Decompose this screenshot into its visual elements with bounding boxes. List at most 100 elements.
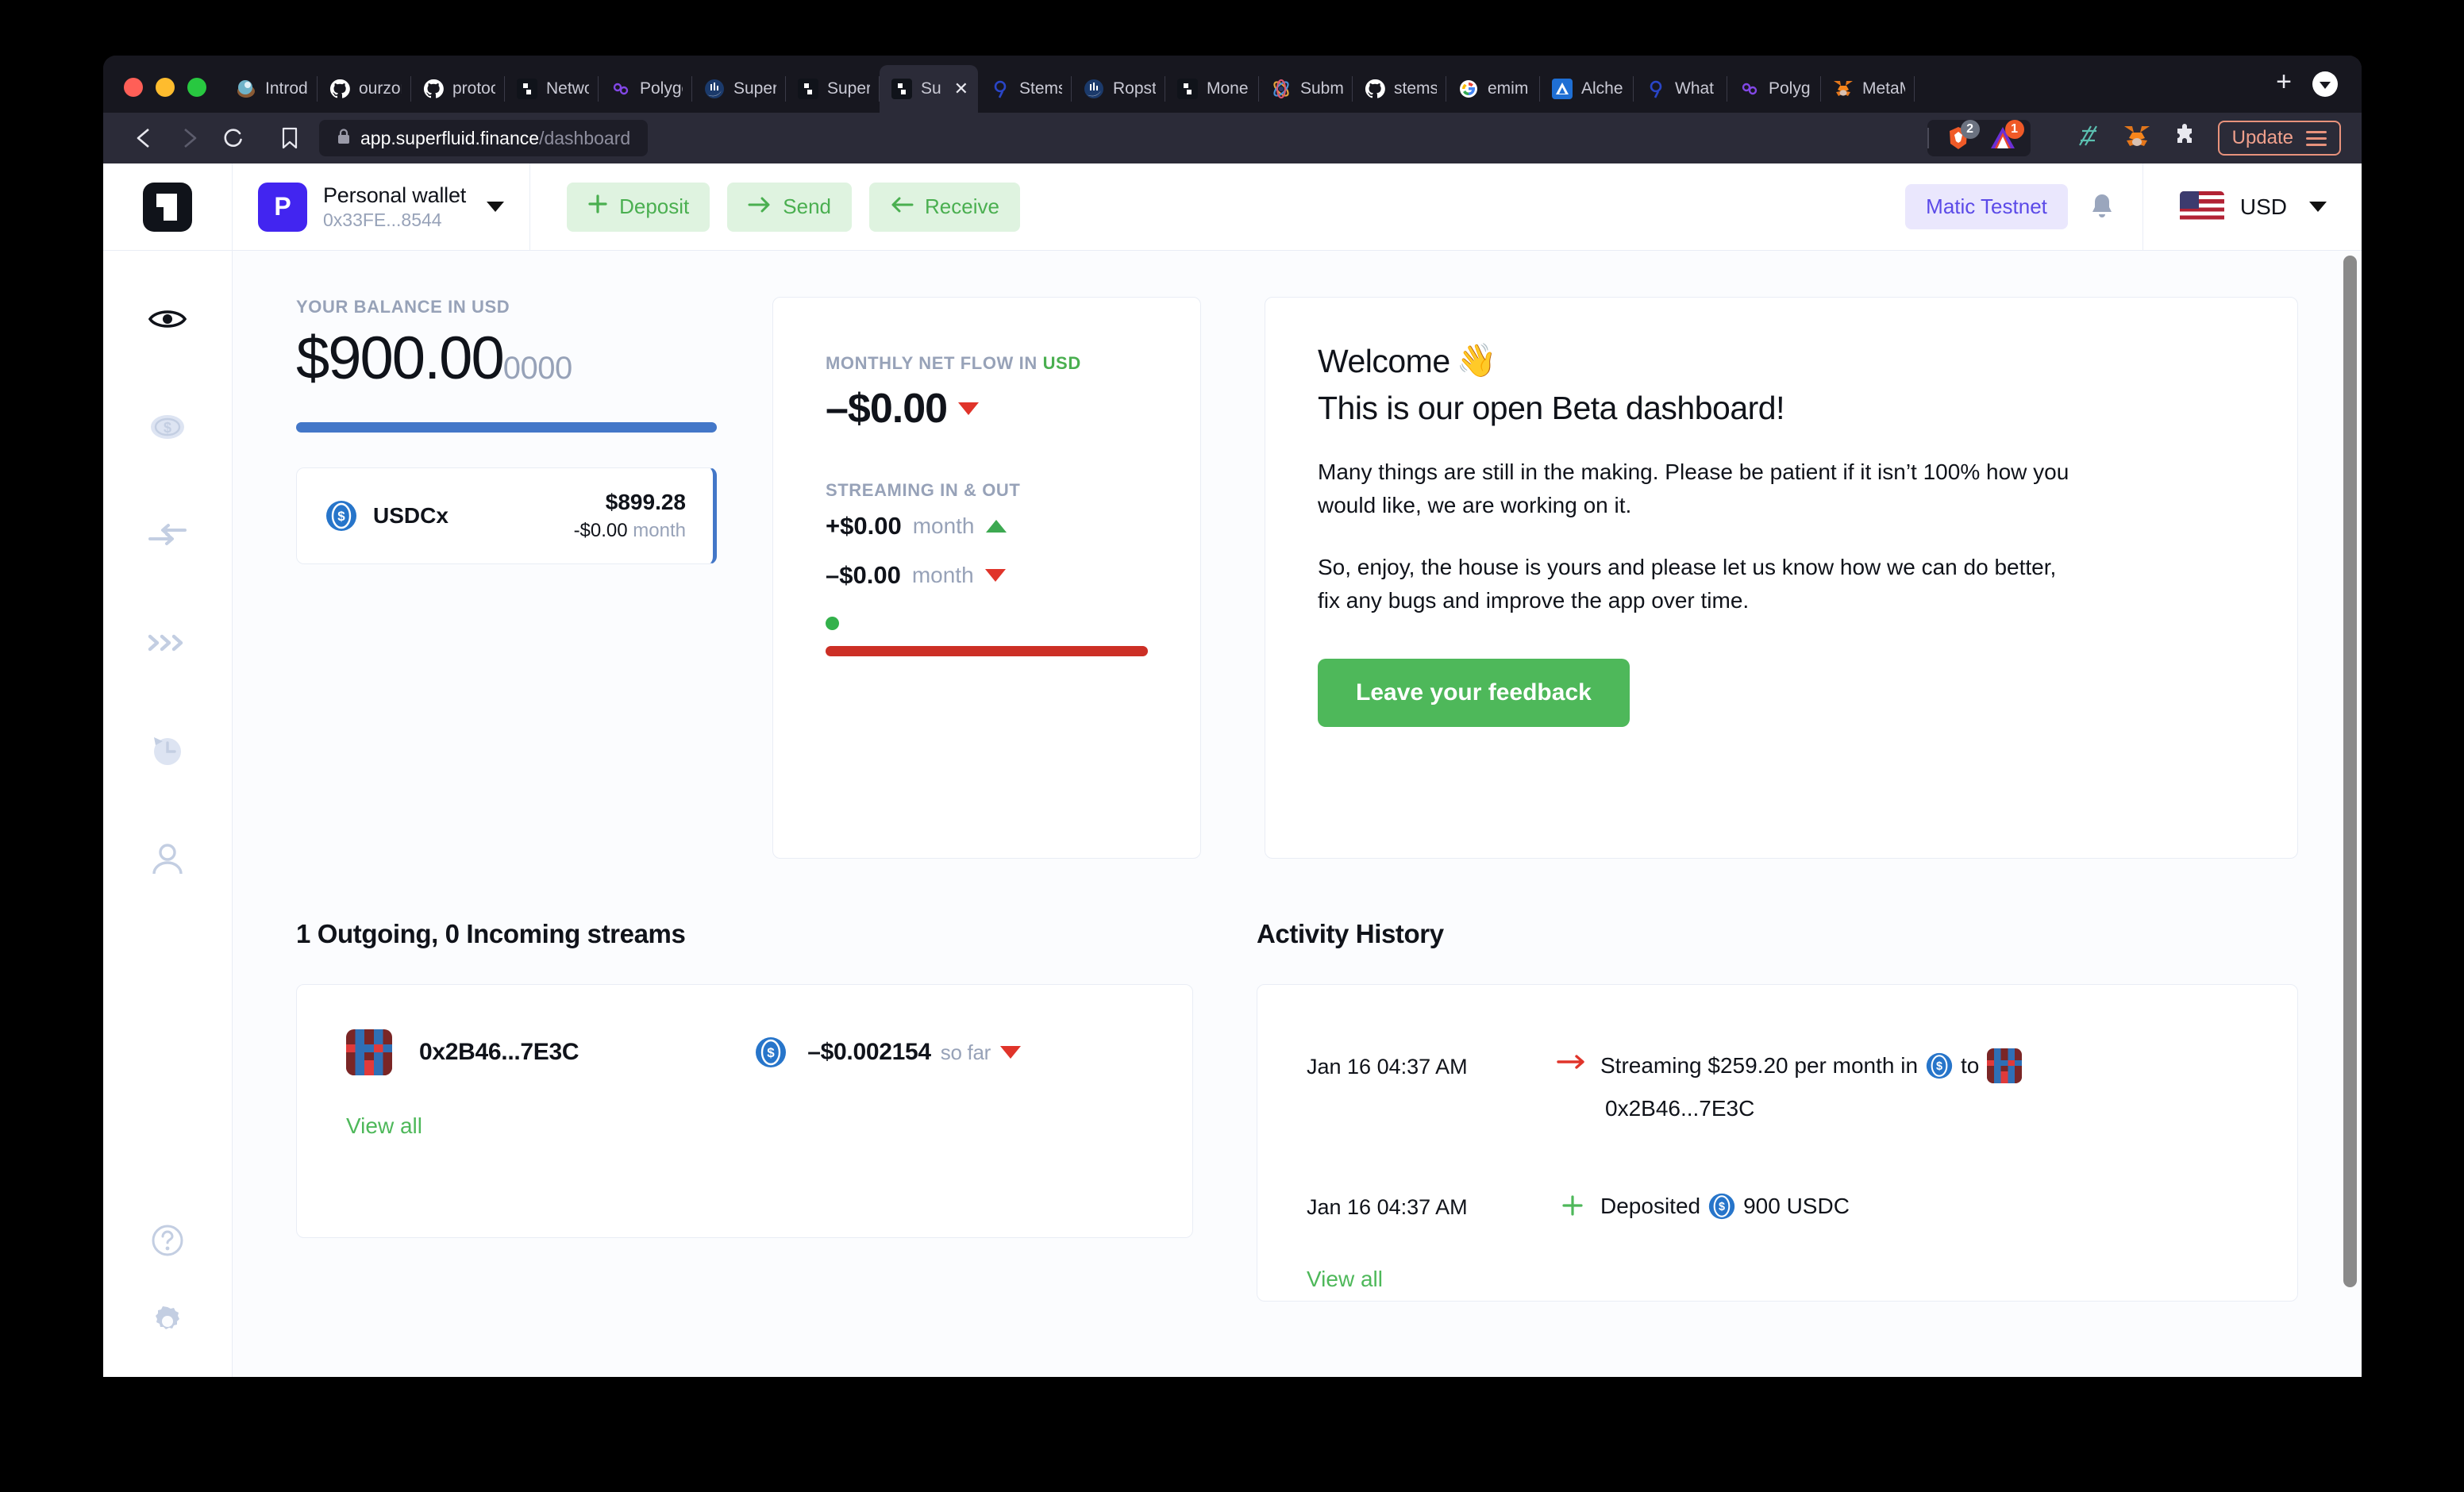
sidebar-item-history[interactable]	[103, 725, 233, 779]
tab-title: Super	[827, 79, 870, 98]
blockie-icon	[346, 1029, 392, 1075]
forward-arrow-icon[interactable]	[168, 121, 210, 156]
tab-title: Subm	[1300, 79, 1343, 98]
wallet-address: 0x33FE...8544	[323, 209, 442, 230]
browser-tab[interactable]: MetaM	[1821, 65, 1915, 113]
streams-view-all-link[interactable]: View all	[346, 1113, 422, 1139]
leave-feedback-button[interactable]: Leave your feedback	[1318, 659, 1630, 727]
browser-tab[interactable]: ourzor	[318, 65, 411, 113]
wallet-name: Personal wallet	[323, 183, 467, 207]
activity-row[interactable]: Jan 16 04:37 AM Deposited $ 900 USDC	[1307, 1168, 2250, 1223]
superfluid-logo-icon[interactable]	[103, 163, 233, 250]
arrow-right-red-icon	[1545, 1028, 1600, 1071]
activity-description: Streaming $259.20 per month in $ to 0x2B…	[1600, 1028, 2185, 1125]
browser-tab[interactable]: Polyg	[1727, 65, 1821, 113]
browser-tab-strip: Introd ourzor protoc Netwo Polygo Super Super S…	[103, 56, 2362, 113]
browser-tab[interactable]: Mone	[1165, 65, 1259, 113]
token-row[interactable]: $ USDCx $899.28 -$0.00 month	[296, 467, 717, 564]
browser-tab[interactable]: Polygo	[599, 65, 692, 113]
browser-tab[interactable]: stems	[1353, 65, 1446, 113]
close-icon[interactable]: ✕	[954, 80, 968, 98]
inflow-indicator-dot	[826, 617, 839, 630]
metamask-fox-icon[interactable]	[2123, 123, 2151, 154]
activity-timestamp: Jan 16 04:37 AM	[1307, 1055, 1468, 1079]
sidebar-item-settings[interactable]	[103, 1296, 233, 1350]
sidebar-item-streams[interactable]	[103, 617, 233, 671]
tab-list: Introd ourzor protoc Netwo Polygo Super Super S…	[224, 56, 2255, 113]
trend-down-icon	[984, 569, 1006, 582]
update-button[interactable]: Update	[2217, 121, 2341, 156]
lock-icon	[337, 128, 351, 149]
svg-text:$: $	[1719, 1201, 1725, 1213]
url-input[interactable]: app.superfluid.finance/dashboard	[319, 120, 649, 156]
tab-title: Su	[921, 79, 941, 98]
scrollbar-thumb[interactable]	[2343, 256, 2357, 1287]
back-arrow-icon[interactable]	[124, 121, 165, 156]
stream-row[interactable]: 0x2B46...7E3C $ –$0.002154 so far	[346, 1029, 1143, 1075]
hamburger-icon[interactable]	[2306, 130, 2327, 146]
qmark-blue-icon	[1645, 78, 1667, 100]
currency-selector[interactable]: USD	[2142, 163, 2362, 250]
bell-icon[interactable]	[2089, 192, 2143, 222]
usdc-icon: $	[1926, 1052, 1953, 1079]
balance-amount-main: $900.00	[296, 325, 505, 392]
browser-tab[interactable]: Alche	[1540, 65, 1634, 113]
plus-green-icon	[1545, 1168, 1600, 1217]
chevron-down-icon[interactable]	[2309, 202, 2327, 212]
plus-icon	[587, 194, 608, 220]
browser-tab[interactable]: Netwo	[505, 65, 599, 113]
google-icon	[1457, 78, 1480, 100]
token-symbol: USDCx	[373, 503, 449, 528]
dollar-coin-icon: $	[149, 413, 186, 445]
streams-section-title: 1 Outgoing, 0 Incoming streams	[296, 919, 686, 948]
brave-lion-icon[interactable]: 2	[1943, 120, 1980, 153]
person-icon	[150, 842, 185, 879]
eye-icon	[148, 307, 187, 335]
tab-search-button[interactable]	[2312, 71, 2338, 97]
close-window-button[interactable]	[124, 78, 143, 97]
reload-icon[interactable]	[213, 121, 254, 156]
send-button[interactable]: Send	[727, 182, 852, 232]
browser-tab-active[interactable]: Su ✕	[880, 65, 978, 113]
tab-title: What	[1675, 79, 1715, 98]
metamask-icon	[1832, 78, 1854, 100]
receive-button[interactable]: Receive	[869, 182, 1020, 232]
bookmark-icon[interactable]	[271, 121, 308, 156]
browser-tab[interactable]: Ropst	[1072, 65, 1165, 113]
web-page: P Personal wallet 0x33FE...8544 Deposit	[103, 163, 2362, 1377]
browser-tab[interactable]: Super	[786, 65, 880, 113]
browser-tab[interactable]: protoc	[411, 65, 505, 113]
sidebar-item-help[interactable]	[103, 1215, 233, 1269]
browser-tab[interactable]: Super	[692, 65, 786, 113]
trend-up-icon	[985, 520, 1007, 533]
browser-tab[interactable]: Stems	[978, 65, 1072, 113]
sidebar-item-transfers[interactable]	[103, 510, 233, 563]
inflow-unit: month	[912, 513, 975, 538]
wallet-selector[interactable]: P Personal wallet 0x33FE...8544	[233, 163, 531, 250]
sidebar-item-tokens[interactable]: $	[103, 402, 233, 456]
browser-tab[interactable]: Subm	[1259, 65, 1353, 113]
sidebar-item-account[interactable]	[103, 833, 233, 887]
puzzle-extensions-icon[interactable]	[2172, 123, 2197, 153]
balance-amount-decimals: 0000	[502, 351, 572, 386]
activity-row[interactable]: Jan 16 04:37 AM Streaming $259.20 per mo…	[1307, 1028, 2250, 1125]
url-path: /dashboard	[539, 127, 631, 148]
activity-view-all-link[interactable]: View all	[1307, 1267, 1383, 1292]
deposit-button[interactable]: Deposit	[567, 182, 710, 232]
browser-tab[interactable]: emim	[1446, 65, 1540, 113]
scrollbar[interactable]	[2339, 251, 2362, 1377]
sidebar-item-dashboard[interactable]	[103, 294, 233, 348]
new-tab-button[interactable]: +	[2255, 68, 2312, 113]
welcome-subtitle: This is our open Beta dashboard!	[1318, 390, 1785, 426]
minimize-window-button[interactable]	[156, 78, 175, 97]
maximize-window-button[interactable]	[187, 78, 206, 97]
chevron-down-icon[interactable]	[487, 202, 505, 212]
numbers-icon[interactable]	[2075, 123, 2102, 154]
browser-tab[interactable]: Introd	[224, 65, 318, 113]
monthly-net-flow-card: MONTHLY NET FLOW IN USD –$0.00 STREAMING…	[772, 297, 1201, 859]
activity-recipient-address: 0x2B46...7E3C	[1605, 1096, 1755, 1121]
brave-rewards-triangle-icon[interactable]: 1	[1988, 120, 2024, 153]
network-badge[interactable]: Matic Testnet	[1905, 184, 2068, 229]
header-right: Matic Testnet USD	[1905, 163, 2362, 250]
browser-tab[interactable]: What	[1634, 65, 1727, 113]
